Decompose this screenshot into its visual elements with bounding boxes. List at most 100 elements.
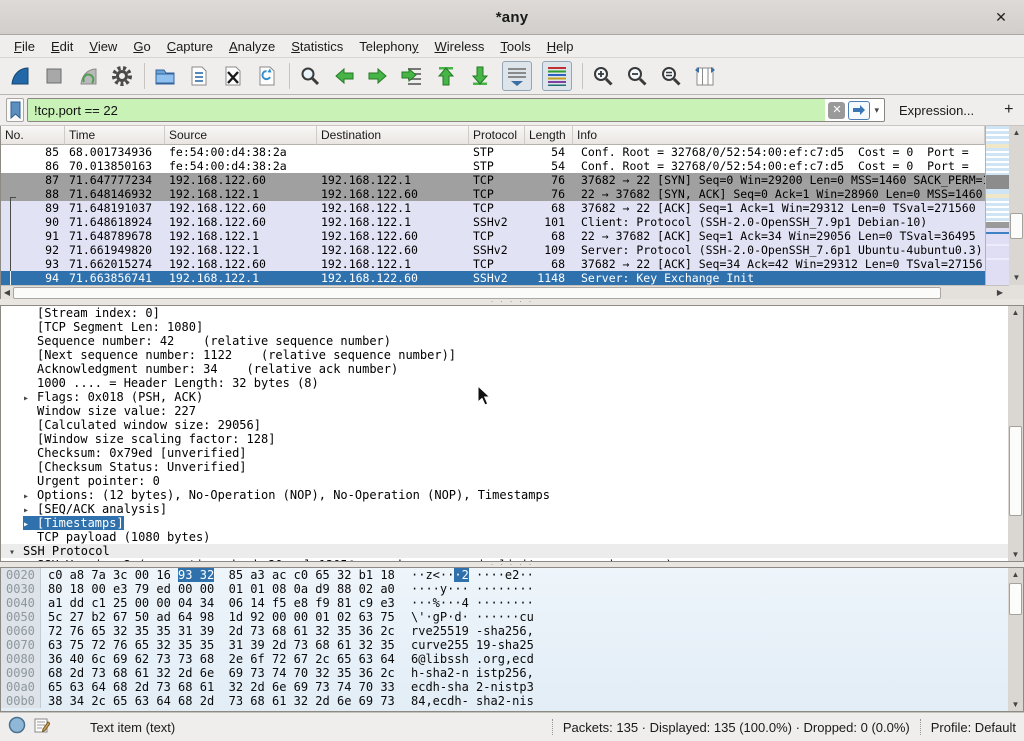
packet-minimap[interactable] <box>985 126 1009 285</box>
hex-row[interactable]: 008036 40 6c 69 62 73 73 68 2e 6f 72 67 … <box>1 652 1023 666</box>
resize-columns-icon <box>693 64 717 88</box>
go-to-bottom-button[interactable] <box>468 64 492 88</box>
display-filter-input[interactable] <box>28 99 825 121</box>
filter-apply-button[interactable] <box>848 101 870 120</box>
menu-item[interactable]: Telephony <box>351 37 426 56</box>
stop-capture-button[interactable] <box>42 64 66 88</box>
add-filter-button[interactable]: + <box>996 101 1021 119</box>
detail-row[interactable]: ▸Options: (12 bytes), No-Operation (NOP)… <box>1 488 1023 502</box>
expression-button[interactable]: Expression... <box>885 103 984 118</box>
hex-row[interactable]: 00b038 34 2c 65 63 64 68 2d 73 68 61 32 … <box>1 694 1023 708</box>
packet-row[interactable]: 92 71.661949820 192.168.122.1 192.168.12… <box>1 243 985 257</box>
column-header-source[interactable]: Source <box>165 126 317 145</box>
hex-row[interactable]: 0020c0 a8 7a 3c 00 16 93 32 85 a3 ac c0 … <box>1 568 1023 582</box>
hex-row[interactable]: 0040a1 dd c1 25 00 00 04 34 06 14 f5 e8 … <box>1 596 1023 610</box>
scrollbar-thumb[interactable] <box>13 287 941 299</box>
menu-item[interactable]: File <box>6 37 43 56</box>
packet-row[interactable]: 91 71.648789678 192.168.122.1 192.168.12… <box>1 229 985 243</box>
start-capture-button[interactable] <box>8 64 32 88</box>
hex-row[interactable]: 00505c 27 b2 67 50 ad 64 98 1d 92 00 00 … <box>1 610 1023 624</box>
packet-row[interactable]: 94 71.663856741 192.168.122.1 192.168.12… <box>1 271 985 285</box>
save-file-button[interactable] <box>187 64 211 88</box>
colorize-toggle[interactable] <box>542 61 572 91</box>
zoom-reset-button[interactable] <box>659 64 683 88</box>
packet-row[interactable]: 93 71.662015274 192.168.122.60 192.168.1… <box>1 257 985 271</box>
packet-row[interactable]: 88 71.648146932 192.168.122.1 192.168.12… <box>1 187 985 201</box>
expander-icon[interactable]: ▾ <box>9 546 23 560</box>
reload-file-button[interactable] <box>255 64 279 88</box>
hex-row[interactable]: 007063 75 72 76 65 32 35 35 31 39 2d 73 … <box>1 638 1023 652</box>
expert-info-button[interactable] <box>8 716 26 739</box>
packet-row[interactable]: 89 71.648191037 192.168.122.60 192.168.1… <box>1 201 985 215</box>
hex-row[interactable]: 003080 18 00 e3 79 ed 00 00 01 01 08 0a … <box>1 582 1023 596</box>
menu-item[interactable]: Help <box>539 37 582 56</box>
detail-row[interactable]: Urgent pointer: 0 <box>1 474 1023 488</box>
hex-row[interactable]: 009068 2d 73 68 61 32 2d 6e 69 73 74 70 … <box>1 666 1023 680</box>
capture-options-button[interactable] <box>110 64 134 88</box>
detail-row[interactable]: Checksum: 0x79ed [unverified] <box>1 446 1023 460</box>
menu-item[interactable]: Capture <box>159 37 221 56</box>
detail-row[interactable]: ▾SSH Protocol <box>1 544 1023 558</box>
hex-row[interactable]: 006072 76 65 32 35 35 31 39 2d 73 68 61 … <box>1 624 1023 638</box>
go-back-button[interactable] <box>332 64 356 88</box>
packet-row[interactable]: 90 71.648618924 192.168.122.60 192.168.1… <box>1 215 985 229</box>
zoom-out-button[interactable] <box>625 64 649 88</box>
hex-vscrollbar[interactable]: ▲ ▼ <box>1008 568 1023 711</box>
menu-item[interactable]: Statistics <box>283 37 351 56</box>
detail-row[interactable]: [Stream index: 0] <box>1 306 1023 320</box>
detail-row[interactable]: Acknowledgment number: 34 (relative ack … <box>1 362 1023 376</box>
packet-row[interactable]: 85 68.001734936 fe:54:00:d4:38:2a STP 54… <box>1 145 985 159</box>
go-to-top-button[interactable] <box>434 64 458 88</box>
detail-row[interactable]: [Next sequence number: 1122 (relative se… <box>1 348 1023 362</box>
details-vscrollbar[interactable]: ▲ ▼ <box>1008 306 1023 561</box>
close-file-button[interactable] <box>221 64 245 88</box>
resize-columns-button[interactable] <box>693 64 717 88</box>
detail-row[interactable]: [Window size scaling factor: 128] <box>1 432 1023 446</box>
restart-capture-button[interactable] <box>76 64 100 88</box>
detail-row[interactable]: [Checksum Status: Unverified] <box>1 460 1023 474</box>
packet-row[interactable]: 86 70.013850163 fe:54:00:d4:38:2a STP 54… <box>1 159 985 173</box>
menu-item[interactable]: View <box>81 37 125 56</box>
detail-row[interactable]: ▸Flags: 0x018 (PSH, ACK) <box>1 390 1023 404</box>
title-bar[interactable]: *any ✕ <box>0 0 1024 35</box>
column-header-protocol[interactable]: Protocol <box>469 126 525 145</box>
detail-row[interactable]: Window size value: 227 <box>1 404 1023 418</box>
close-window-button[interactable]: ✕ <box>992 8 1010 26</box>
column-header-length[interactable]: Length <box>525 126 573 145</box>
column-header-destination[interactable]: Destination <box>317 126 469 145</box>
scrollbar-thumb[interactable] <box>1009 426 1022 516</box>
detail-row[interactable]: 1000 .... = Header Length: 32 bytes (8) <box>1 376 1023 390</box>
column-header-no[interactable]: No. <box>1 126 65 145</box>
detail-row[interactable]: Sequence number: 42 (relative sequence n… <box>1 334 1023 348</box>
menu-item[interactable]: Analyze <box>221 37 283 56</box>
go-forward-button[interactable] <box>366 64 390 88</box>
filter-clear-button[interactable]: ✕ <box>828 102 845 119</box>
scrollbar-thumb[interactable] <box>1009 583 1022 615</box>
find-packet-button[interactable] <box>298 64 322 88</box>
detail-row[interactable]: TCP payload (1080 bytes) <box>1 530 1023 544</box>
auto-scroll-toggle[interactable] <box>502 61 532 91</box>
capture-comment-button[interactable] <box>34 717 50 738</box>
status-separator <box>552 719 553 735</box>
detail-row[interactable]: [TCP Segment Len: 1080] <box>1 320 1023 334</box>
status-profile[interactable]: Profile: Default <box>931 720 1016 735</box>
hex-row[interactable]: 00a065 63 64 68 2d 73 68 61 32 2d 6e 69 … <box>1 680 1023 694</box>
packet-list-vscrollbar[interactable]: ▲ ▼ <box>1009 126 1024 285</box>
detail-row[interactable]: [Calculated window size: 29056] <box>1 418 1023 432</box>
scroll-down-arrow: ▼ <box>1008 548 1023 561</box>
open-file-button[interactable] <box>153 64 177 88</box>
menu-item[interactable]: Wireless <box>427 37 493 56</box>
menu-item[interactable]: Edit <box>43 37 81 56</box>
zoom-in-button[interactable] <box>591 64 615 88</box>
filter-history-caret[interactable]: ▾ <box>870 105 884 116</box>
column-header-info[interactable]: Info <box>573 126 985 145</box>
go-to-packet-button[interactable] <box>400 64 424 88</box>
detail-row[interactable]: ▸[Timestamps] <box>1 516 1023 530</box>
detail-row[interactable]: ▸[SEQ/ACK analysis] <box>1 502 1023 516</box>
menu-item[interactable]: Go <box>125 37 158 56</box>
filter-bookmark-button[interactable] <box>6 98 24 122</box>
scrollbar-thumb[interactable] <box>1010 213 1023 239</box>
menu-item[interactable]: Tools <box>492 37 538 56</box>
packet-row[interactable]: 87 71.647777234 192.168.122.60 192.168.1… <box>1 173 985 187</box>
column-header-time[interactable]: Time <box>65 126 165 145</box>
